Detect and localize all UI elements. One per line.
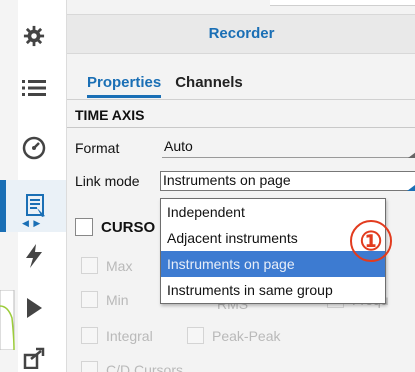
left-toolbar: ◀ ▶ bbox=[0, 0, 66, 372]
panel-resize-arrows-icon[interactable]: ◀ ▶ bbox=[22, 218, 41, 229]
max-label: Max bbox=[106, 257, 133, 274]
cd-cursors-label: C/D Cursors bbox=[106, 361, 184, 372]
lightning-icon bbox=[26, 244, 42, 268]
instrument-properties-icon bbox=[26, 194, 45, 217]
dropdown-corner-icon bbox=[408, 152, 415, 158]
cursor-checkbox[interactable] bbox=[75, 218, 93, 236]
dropdown-option-independent[interactable]: Independent bbox=[161, 199, 385, 225]
list-button[interactable] bbox=[14, 68, 54, 108]
panel-header: Recorder bbox=[67, 14, 415, 54]
dropdown-corner-icon bbox=[407, 185, 415, 191]
tab-properties[interactable]: Properties bbox=[87, 74, 162, 98]
link-mode-select[interactable]: Instruments on page bbox=[160, 171, 415, 191]
max-checkbox[interactable] bbox=[81, 257, 98, 274]
peak-peak-label: Peak-Peak bbox=[212, 327, 281, 344]
gauge-button[interactable] bbox=[14, 128, 54, 168]
lightning-button[interactable] bbox=[14, 236, 54, 276]
integral-label: Integral bbox=[106, 327, 153, 344]
cd-cursors-checkbox[interactable] bbox=[81, 361, 98, 372]
top-edge-strip bbox=[270, 0, 415, 6]
cursor-option-integral[interactable]: Integral bbox=[81, 327, 153, 344]
link-mode-value: Instruments on page bbox=[163, 172, 291, 188]
cursor-option-peak-peak[interactable]: Peak-Peak bbox=[187, 327, 280, 344]
properties-panel: Recorder Properties Channels TIME AXIS F… bbox=[66, 0, 415, 372]
gear-icon bbox=[23, 25, 45, 47]
dropdown-option-instruments-on-page[interactable]: Instruments on page bbox=[161, 251, 385, 277]
link-mode-label: Link mode bbox=[75, 173, 140, 189]
cursor-section-label: CURSO bbox=[101, 218, 156, 236]
list-icon bbox=[22, 80, 46, 96]
panel-tabs: Properties Channels bbox=[87, 74, 243, 98]
section-divider bbox=[67, 127, 415, 128]
integral-checkbox[interactable] bbox=[81, 327, 98, 344]
panel-title: Recorder bbox=[208, 25, 275, 42]
annotation-badge: ① bbox=[350, 220, 392, 262]
format-label: Format bbox=[75, 140, 120, 156]
cursor-option-min[interactable]: Min bbox=[81, 291, 129, 308]
min-checkbox[interactable] bbox=[81, 291, 98, 308]
peak-peak-checkbox[interactable] bbox=[187, 327, 204, 344]
tabs-divider bbox=[67, 99, 415, 100]
export-icon bbox=[23, 347, 45, 369]
cursor-section-row: CURSO bbox=[75, 218, 155, 236]
min-label: Min bbox=[106, 291, 129, 308]
format-field[interactable]: Auto bbox=[162, 138, 415, 158]
gauge-icon bbox=[22, 136, 46, 160]
format-value: Auto bbox=[164, 138, 193, 154]
cursor-option-max[interactable]: Max bbox=[81, 257, 132, 274]
time-axis-heading: TIME AXIS bbox=[75, 107, 145, 123]
gear-button[interactable] bbox=[14, 16, 54, 56]
cursor-option-cd-cursors[interactable]: C/D Cursors bbox=[81, 361, 183, 372]
tab-channels[interactable]: Channels bbox=[175, 74, 243, 98]
background-chart-fragment bbox=[0, 290, 15, 350]
dropdown-option-instruments-in-same-group[interactable]: Instruments in same group bbox=[161, 277, 385, 303]
